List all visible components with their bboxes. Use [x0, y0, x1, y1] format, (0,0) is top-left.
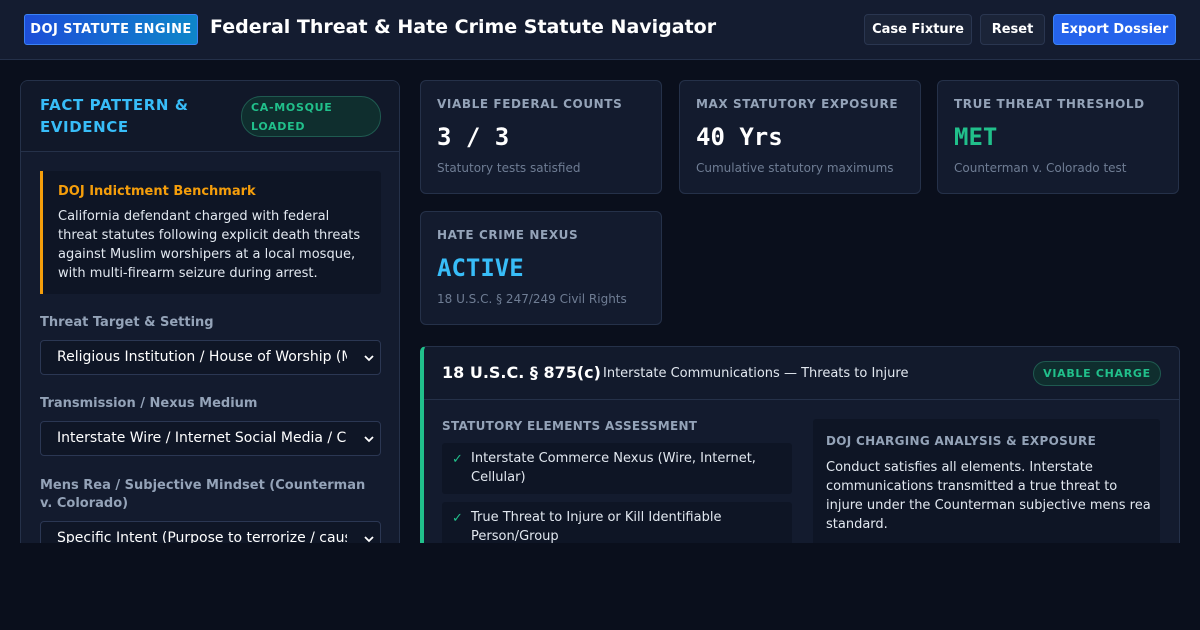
metric-subtext: Cumulative statutory maximums [696, 161, 894, 175]
chevron-down-icon [364, 536, 374, 543]
metric-label: MAX STATUTORY EXPOSURE [696, 97, 899, 111]
export-dossier-button[interactable]: Export Dossier [1053, 14, 1176, 45]
metric-value: 3 / 3 [437, 123, 510, 151]
statute-name: Interstate Communications — Threats to I… [603, 366, 909, 381]
metric-label: TRUE THREAT THRESHOLD [954, 97, 1145, 111]
statute-header: 18 U.S.C. § 875(c) Interstate Communicat… [424, 347, 1179, 400]
transmission-medium-value: Interstate Wire / Internet Social Media … [57, 430, 347, 446]
analysis-text: Conduct satisfies all elements. Intersta… [826, 460, 1151, 532]
threat-target-label: Threat Target & Setting [40, 315, 214, 330]
metric-card-true-threat: TRUE THREAT THRESHOLD MET Counterman v. … [937, 80, 1179, 194]
mens-rea-label: Mens Rea / Subjective Mindset (Counterma… [40, 478, 366, 511]
mens-rea-select[interactable]: Specific Intent (Purpose to terrorize / … [40, 521, 381, 543]
element-text: True Threat to Injure or Kill Identifiab… [471, 510, 722, 543]
metric-subtext: Counterman v. Colorado test [954, 161, 1127, 175]
check-icon: ✓ [452, 452, 463, 467]
brand-badge: DOJ STATUTE ENGINE [24, 14, 198, 45]
transmission-medium-select[interactable]: Interstate Wire / Internet Social Media … [40, 421, 381, 456]
chevron-down-icon [364, 355, 374, 362]
element-item: ✓ Interstate Commerce Nexus (Wire, Inter… [442, 443, 792, 494]
element-text: Interstate Commerce Nexus (Wire, Interne… [471, 451, 756, 485]
threat-target-select[interactable]: Religious Institution / House of Worship… [40, 340, 381, 375]
case-fixture-button[interactable]: Case Fixture [864, 14, 972, 45]
viable-charge-badge: VIABLE CHARGE [1033, 361, 1161, 386]
app-title: Federal Threat & Hate Crime Statute Navi… [210, 16, 717, 38]
metric-value: ACTIVE [437, 254, 524, 282]
reset-button[interactable]: Reset [980, 14, 1045, 45]
metric-subtext: 18 U.S.C. § 247/249 Civil Rights [437, 292, 627, 306]
fixture-loaded-badge: CA-MOSQUE LOADED [241, 96, 381, 137]
mens-rea-value: Specific Intent (Purpose to terrorize / … [57, 530, 347, 543]
metric-card-max-exposure: MAX STATUTORY EXPOSURE 40 Yrs Cumulative… [679, 80, 921, 194]
benchmark-text: California defendant charged with federa… [58, 209, 361, 281]
statute-code: 18 U.S.C. § 875(c) [442, 363, 601, 382]
elements-heading: STATUTORY ELEMENTS ASSESSMENT [442, 419, 698, 433]
chevron-down-icon [364, 436, 374, 443]
metric-value: MET [954, 123, 998, 151]
fact-panel-header: FACT PATTERN & EVIDENCE CA-MOSQUE LOADED [21, 81, 399, 152]
metric-label: HATE CRIME NEXUS [437, 228, 579, 242]
top-bar: DOJ STATUTE ENGINE Federal Threat & Hate… [0, 0, 1200, 60]
element-item: ✓ True Threat to Injure or Kill Identifi… [442, 502, 792, 543]
metric-card-hate-crime-nexus: HATE CRIME NEXUS ACTIVE 18 U.S.C. § 247/… [420, 211, 662, 325]
check-icon: ✓ [452, 511, 463, 526]
metric-subtext: Statutory tests satisfied [437, 161, 581, 175]
indictment-benchmark-callout: DOJ Indictment Benchmark California defe… [40, 171, 381, 294]
benchmark-title: DOJ Indictment Benchmark [58, 184, 256, 199]
metric-label: VIABLE FEDERAL COUNTS [437, 97, 623, 111]
statute-card-875c[interactable]: 18 U.S.C. § 875(c) Interstate Communicat… [420, 346, 1180, 543]
threat-target-value: Religious Institution / House of Worship… [57, 349, 347, 365]
metric-card-viable-counts: VIABLE FEDERAL COUNTS 3 / 3 Statutory te… [420, 80, 662, 194]
analysis-heading: DOJ CHARGING ANALYSIS & EXPOSURE [826, 434, 1097, 448]
transmission-medium-label: Transmission / Nexus Medium [40, 396, 258, 411]
fact-pattern-panel: FACT PATTERN & EVIDENCE CA-MOSQUE LOADED… [20, 80, 400, 543]
fact-panel-title: FACT PATTERN & EVIDENCE [40, 96, 189, 136]
charging-analysis-box: DOJ CHARGING ANALYSIS & EXPOSURE Conduct… [813, 419, 1160, 543]
metric-value: 40 Yrs [696, 123, 783, 151]
